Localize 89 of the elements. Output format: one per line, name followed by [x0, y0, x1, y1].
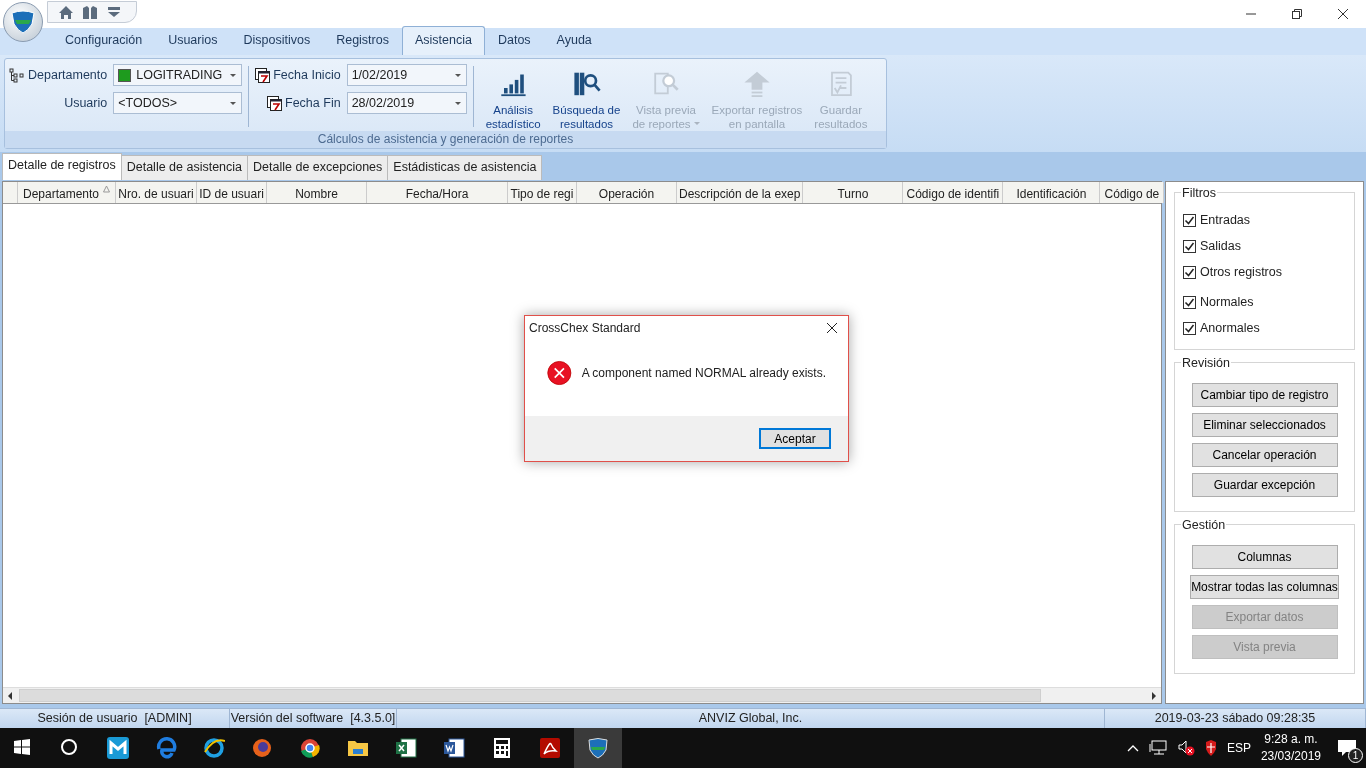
action-button[interactable]: Guardar excepción	[1191, 473, 1338, 497]
close-icon[interactable]	[827, 323, 837, 333]
tile-app-icon[interactable]	[107, 737, 129, 759]
column-header[interactable]: Código de identifi	[903, 182, 1004, 203]
ribbon-button[interactable]: Búsqueda de resultados	[546, 64, 627, 131]
action-button[interactable]: Mostrar todas las columnas	[1190, 575, 1339, 599]
browser-icon[interactable]	[203, 737, 225, 759]
shield-icon[interactable]	[587, 737, 609, 759]
start-date-picker[interactable]: 1/02/2019	[346, 64, 467, 86]
menu-tab[interactable]: Dispositivos	[230, 26, 324, 55]
group-label: Cálculos de asistencia y generación de reportes	[5, 131, 886, 148]
checkbox[interactable]: Anormales	[1183, 315, 1346, 341]
speaker-muted-icon[interactable]	[1176, 740, 1195, 756]
view-tab[interactable]: Estádisticas de asistencia	[387, 155, 543, 180]
people-icon[interactable]	[82, 4, 98, 20]
caret-icon	[453, 100, 462, 106]
department-dropdown[interactable]: LOGITRADING	[113, 64, 243, 86]
check-icon	[1184, 296, 1195, 308]
check-icon	[1184, 240, 1195, 252]
browser-icon[interactable]	[299, 737, 321, 759]
column-header[interactable]: Operación	[577, 182, 677, 203]
check-icon	[1184, 214, 1195, 226]
column-header[interactable]: Descripción de la exep	[677, 182, 804, 203]
view-tab[interactable]: Detalle de asistencia	[120, 155, 249, 180]
dialog-title: CrossChex Standard	[529, 320, 641, 337]
app-logo-button[interactable]	[3, 2, 43, 42]
check-icon	[1184, 266, 1195, 278]
scroll-thumb[interactable]	[19, 689, 1041, 702]
column-header[interactable]: ID de usuari	[197, 182, 267, 203]
document-icon[interactable]	[443, 737, 465, 759]
view-tab[interactable]: Detalle de excepciones	[247, 155, 389, 180]
column-header[interactable]: Departamento	[18, 182, 116, 203]
menu-tab[interactable]: Datos	[484, 26, 544, 55]
hierarchy-icon	[9, 67, 25, 83]
field-label: Fecha Fin	[285, 94, 341, 112]
chevron-up-icon[interactable]	[1126, 744, 1139, 752]
check-icon	[1184, 322, 1195, 334]
action-button[interactable]: Cambiar tipo de registro	[1191, 383, 1338, 407]
checkbox[interactable]: Salidas	[1183, 233, 1346, 259]
checkbox[interactable]: Normales	[1183, 289, 1346, 315]
action-button[interactable]: Cancelar operación	[1191, 443, 1338, 467]
caret-icon	[229, 100, 238, 106]
menu-tab[interactable]: Registros	[323, 26, 402, 55]
shield-icon	[10, 10, 36, 34]
field-label: Departamento	[28, 66, 108, 84]
dialog-message: A component named NORMAL already exists.	[581, 365, 826, 382]
menu-tab[interactable]: Asistencia	[401, 26, 485, 55]
clock-time[interactable]: 9:28 a. m.	[1264, 731, 1318, 748]
notification-icon[interactable]	[1337, 739, 1357, 757]
column-header[interactable]: Nombre	[267, 182, 367, 203]
column-header[interactable]: Identificación	[1003, 182, 1101, 203]
shield-icon[interactable]	[1204, 740, 1217, 756]
column-header[interactable]: Código de	[1100, 182, 1165, 203]
clock-date[interactable]: 23/03/2019	[1260, 748, 1321, 765]
caret-icon	[229, 72, 238, 78]
view-tab[interactable]: Detalle de registros	[2, 153, 122, 180]
field-label: Usuario	[64, 94, 108, 112]
menu-tab[interactable]: Usuarios	[155, 26, 231, 55]
network-icon[interactable]	[1148, 740, 1167, 756]
home-icon[interactable]	[58, 4, 74, 20]
close-icon[interactable]	[1338, 9, 1348, 19]
notification-count: 1	[1348, 748, 1363, 763]
end-date-picker[interactable]: 28/02/2019	[346, 92, 467, 114]
column-header[interactable]: Fecha/Hora	[367, 182, 508, 203]
horizontal-scrollbar[interactable]	[3, 687, 1161, 703]
pdf-icon[interactable]	[539, 737, 561, 759]
restore-icon[interactable]	[1292, 9, 1302, 19]
ok-button[interactable]: Aceptar	[759, 428, 831, 449]
menu-tab[interactable]: Configuración	[52, 26, 156, 55]
user-dropdown[interactable]: <TODOS>	[113, 92, 243, 114]
column-header[interactable]: Nro. de usuari	[116, 182, 197, 203]
checkbox[interactable]: Entradas	[1183, 207, 1346, 233]
calendar-icon	[255, 67, 271, 83]
column-header[interactable]: Tipo de regi	[508, 182, 577, 203]
calendar-icon	[267, 95, 283, 111]
action-button[interactable]: Eliminar seleccionados	[1191, 413, 1338, 437]
column-header[interactable]: Turno	[803, 182, 904, 203]
menu-tab[interactable]: Ayuda	[543, 26, 605, 55]
ribbon-button[interactable]: Análisis estadístico	[479, 64, 547, 131]
language-indicator[interactable]: ESP	[1226, 739, 1251, 757]
sort-arrow-icon	[103, 185, 110, 193]
dropdown-icon[interactable]	[106, 4, 122, 20]
field-label: Fecha Inicio	[273, 66, 341, 84]
caret-icon	[453, 72, 462, 78]
calculator-icon[interactable]	[491, 737, 513, 759]
action-button[interactable]: Columnas	[1191, 545, 1338, 569]
corner-cell	[3, 182, 18, 203]
checkbox[interactable]: Otros registros	[1183, 259, 1346, 285]
spreadsheet-icon[interactable]	[395, 737, 417, 759]
